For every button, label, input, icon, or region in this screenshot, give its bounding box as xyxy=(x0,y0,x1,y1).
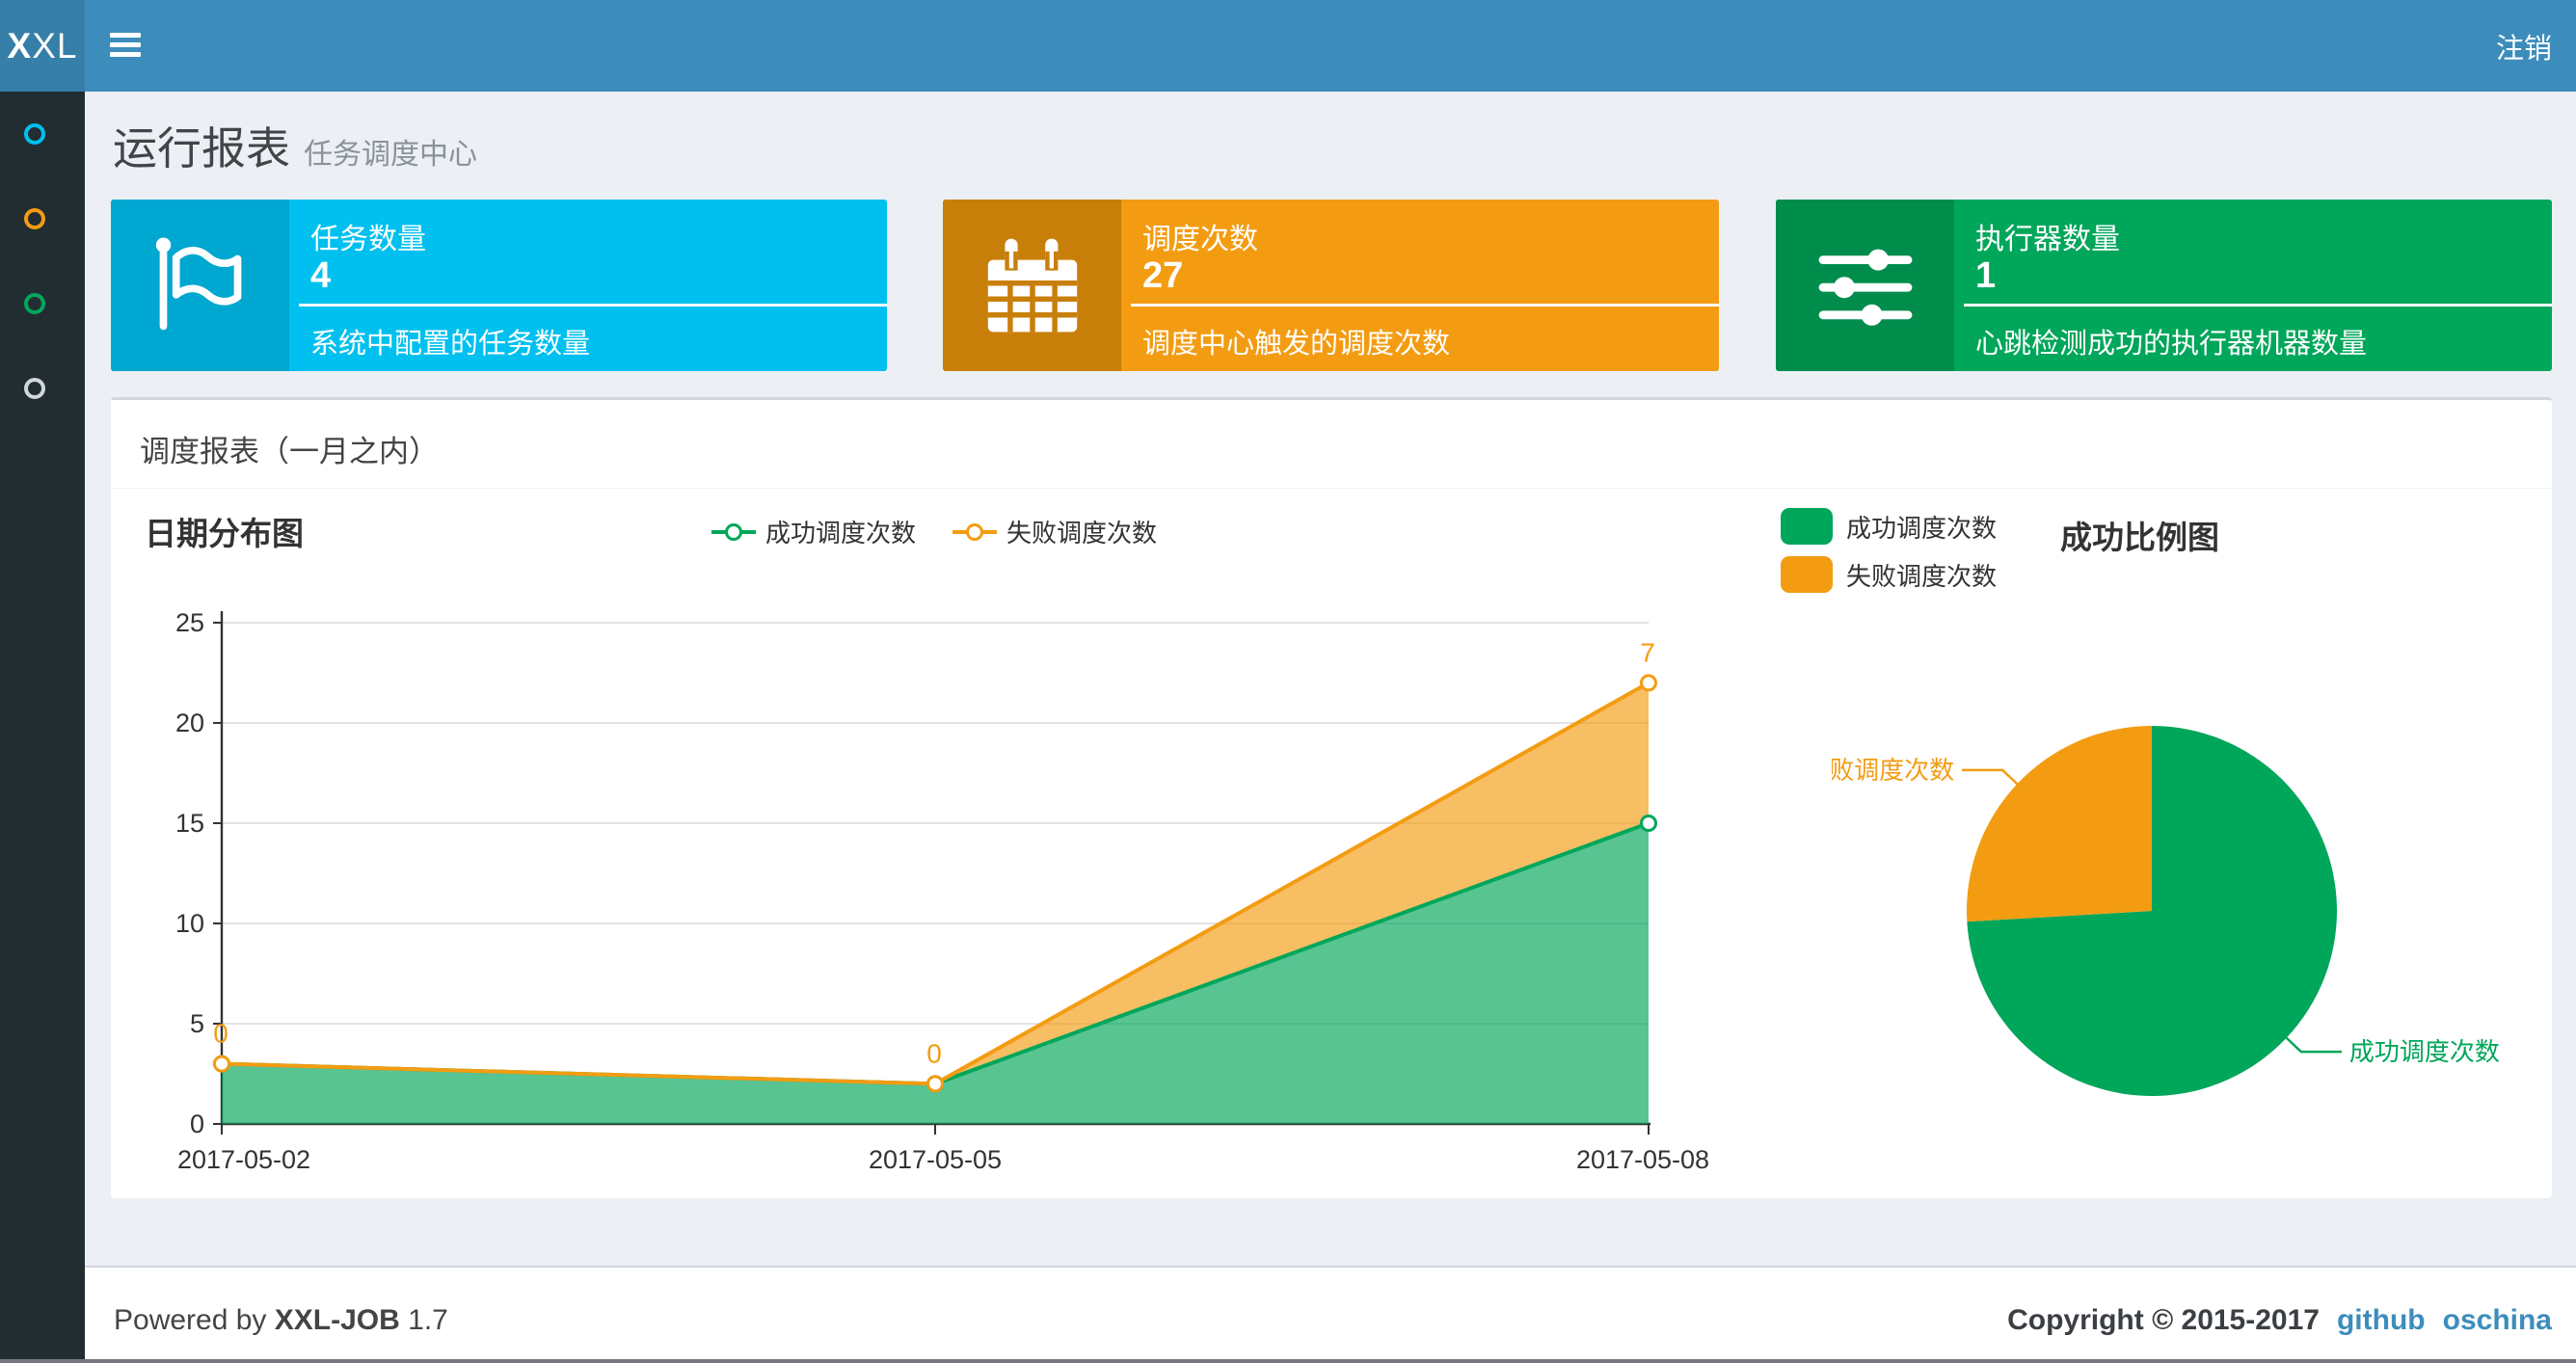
sidebar-item-run-report[interactable] xyxy=(0,92,85,176)
svg-text:2017-05-08: 2017-05-08 xyxy=(1576,1145,1709,1174)
card-iconbox xyxy=(943,200,1121,371)
swatch-icon xyxy=(1781,508,1833,545)
calendar-icon xyxy=(987,238,1077,333)
app-logo[interactable]: XXL xyxy=(0,0,85,92)
card-content: 任务数量 4 系统中配置的任务数量 xyxy=(289,200,887,371)
line-series-marker-icon xyxy=(953,522,998,542)
svg-text:15: 15 xyxy=(175,809,204,838)
card-description: 系统中配置的任务数量 xyxy=(310,329,591,360)
logo-rest: XL xyxy=(32,25,78,66)
oschina-link[interactable]: oschina xyxy=(2443,1304,2552,1337)
svg-text:10: 10 xyxy=(175,909,204,938)
svg-text:0: 0 xyxy=(190,1109,204,1138)
svg-text:2017-05-02: 2017-05-02 xyxy=(177,1145,310,1174)
card-title: 调度次数 xyxy=(1142,224,1258,255)
card-content: 执行器数量 1 心跳检测成功的执行器机器数量 xyxy=(1954,200,2552,371)
svg-text:5: 5 xyxy=(190,1009,204,1038)
sidebar-toggle-button[interactable] xyxy=(110,33,141,58)
page-subtitle: 任务调度中心 xyxy=(304,139,477,171)
sidebar-item-job-manage[interactable] xyxy=(0,176,85,261)
page-title: 运行报表 xyxy=(113,123,290,174)
success-ratio-pie-chart[interactable]: 成功调度次数 失败调度次数 xyxy=(1832,678,2564,1160)
footer-right: Copyright © 2015-2017 github oschina xyxy=(2007,1304,2552,1337)
report-panel: 调度报表（一月之内） 日期分布图 成功调度次数 失败调度次数 成功调度次数 失败… xyxy=(111,397,2552,1198)
window-bottom-edge xyxy=(0,1359,2576,1363)
card-value: 4 xyxy=(310,255,332,296)
footer: Powered by XXL-JOB 1.7 Copyright © 2015-… xyxy=(85,1266,2576,1363)
legend-item-success[interactable]: 成功调度次数 xyxy=(1781,508,1997,545)
svg-text:成功调度次数: 成功调度次数 xyxy=(2349,1037,2500,1066)
product-name: XXL-JOB xyxy=(274,1304,400,1336)
sidebar xyxy=(0,92,85,1363)
card-value: 27 xyxy=(1142,255,1184,296)
powered-by-text: Powered by XXL-JOB 1.7 xyxy=(114,1304,448,1336)
circle-icon xyxy=(24,208,45,229)
svg-text:7: 7 xyxy=(1640,637,1655,667)
line-series-marker-icon xyxy=(711,522,756,542)
stat-card-triggers: 调度次数 27 调度中心触发的调度次数 xyxy=(943,200,1719,371)
app-window: XXL 注销 运行报表 任务调度中心 任务数量 4 系统中配置的任务数量 调度次… xyxy=(0,0,2576,1363)
pie-chart-legend: 成功调度次数 失败调度次数 xyxy=(1781,508,1997,593)
panel-title: 调度报表（一月之内） xyxy=(140,435,439,468)
flag-icon xyxy=(155,237,241,331)
circle-icon xyxy=(24,123,45,145)
card-description: 调度中心触发的调度次数 xyxy=(1142,329,1451,360)
card-title: 执行器数量 xyxy=(1975,224,2120,255)
github-link[interactable]: github xyxy=(2337,1304,2426,1337)
card-value: 1 xyxy=(1975,255,1997,296)
legend-label: 失败调度次数 xyxy=(1846,561,1998,591)
pie-chart-title: 成功比例图 xyxy=(2060,520,2219,555)
card-iconbox xyxy=(1776,200,1954,371)
card-divider xyxy=(1131,304,1719,307)
card-divider xyxy=(299,304,887,307)
date-distribution-chart[interactable]: 05101520252017-05-02 2017-05-05 2017-05-08… xyxy=(111,543,1808,1198)
sidebar-item-job-log[interactable] xyxy=(0,261,85,346)
card-title: 任务数量 xyxy=(310,224,426,255)
panel-header: 调度报表（一月之内） xyxy=(111,400,2552,489)
stat-card-jobs: 任务数量 4 系统中配置的任务数量 xyxy=(111,200,887,371)
card-iconbox xyxy=(111,200,289,371)
stat-card-executors: 执行器数量 1 心跳检测成功的执行器机器数量 xyxy=(1776,200,2552,371)
page-head: 运行报表 任务调度中心 xyxy=(113,114,477,177)
card-description: 心跳检测成功的执行器机器数量 xyxy=(1975,329,2368,360)
circle-icon xyxy=(24,293,45,314)
svg-text:0: 0 xyxy=(926,1038,942,1068)
hamburger-icon xyxy=(110,33,141,38)
legend-item-fail[interactable]: 失败调度次数 xyxy=(1781,556,1997,593)
sidebar-item-executor-manage[interactable] xyxy=(0,346,85,431)
copyright-text: Copyright © 2015-2017 xyxy=(2007,1304,2320,1336)
card-content: 调度次数 27 调度中心触发的调度次数 xyxy=(1121,200,1719,371)
product-version: 1.7 xyxy=(408,1304,448,1336)
legend-label: 成功调度次数 xyxy=(1846,513,1998,543)
svg-text:2017-05-05: 2017-05-05 xyxy=(869,1145,1002,1174)
sliders-icon xyxy=(1818,249,1912,326)
svg-text:0: 0 xyxy=(213,1019,228,1049)
circle-icon xyxy=(24,378,45,399)
svg-text:失败调度次数: 失败调度次数 xyxy=(1832,756,1954,785)
card-divider xyxy=(1964,304,2552,307)
svg-text:25: 25 xyxy=(175,608,204,637)
top-navbar: XXL 注销 xyxy=(0,0,2576,92)
logout-button[interactable]: 注销 xyxy=(2496,0,2552,92)
svg-text:20: 20 xyxy=(175,708,204,737)
